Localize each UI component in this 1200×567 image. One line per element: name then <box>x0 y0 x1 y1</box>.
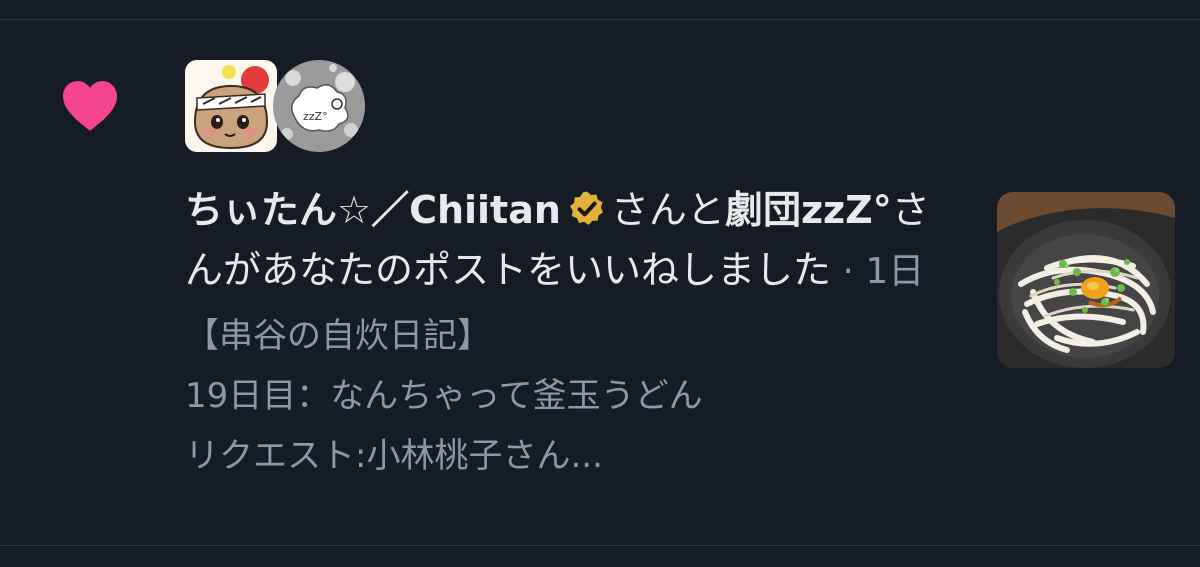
verified-badge-icon <box>569 191 603 225</box>
avatar-chiitan[interactable] <box>185 60 277 152</box>
notification-text: ちぃたん☆／Chiitan さんと劇団zzZ°さんがあなたのポストをいいねしまし… <box>185 180 965 486</box>
notification-headline[interactable]: ちぃたん☆／Chiitan さんと劇団zzZ°さんがあなたのポストをいいねしまし… <box>185 180 965 302</box>
post-preview[interactable]: 【串谷の自炊日記】 19日目：なんちゃって釜玉うどん リクエスト:小林桃子さん.… <box>185 306 965 486</box>
divider <box>0 19 1200 20</box>
liker-avatars: zzZ° <box>185 60 365 152</box>
post-preview-line-3: リクエスト:小林桃子さん... <box>185 436 603 476</box>
notification-screen: zzZ° ちぃたん☆／Chiitan さんと劇団zzZ°さんがあなたのポストをい… <box>0 0 1200 567</box>
heart-icon <box>63 80 117 131</box>
timestamp: 1日 <box>865 251 925 292</box>
post-preview-line-2: 19日目：なんちゃって釜玉うどん <box>185 376 703 416</box>
divider <box>0 545 1200 546</box>
svg-text:zzZ°: zzZ° <box>303 110 328 123</box>
avatar-zzz[interactable]: zzZ° <box>273 60 365 152</box>
liker-name-2[interactable]: 劇団zzZ° <box>725 188 892 232</box>
separator-dot: · <box>831 251 866 292</box>
connector-text: さんと <box>610 188 725 232</box>
liker-name-1[interactable]: ちぃたん☆／Chiitan <box>185 188 561 232</box>
post-thumbnail[interactable] <box>997 192 1175 368</box>
post-preview-line-1: 【串谷の自炊日記】 <box>185 316 491 356</box>
